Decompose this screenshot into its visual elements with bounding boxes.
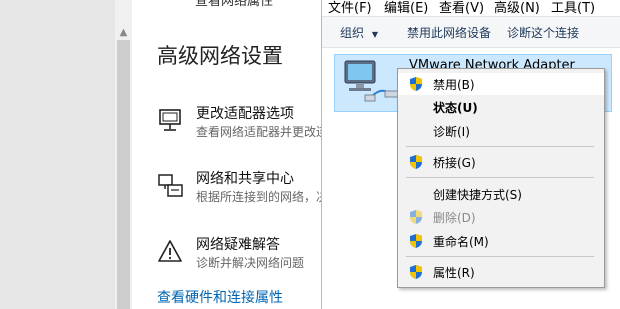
organize-button[interactable]: 组织 ▼ [340, 24, 378, 41]
menu-item-label: 删除(D) [433, 211, 476, 225]
scroll-up-arrow-icon[interactable]: ▲ [115, 26, 132, 40]
uac-shield-icon [410, 77, 422, 91]
menu-item-label: 属性(R) [433, 266, 475, 280]
item-title: 更改适配器选项 [196, 106, 294, 122]
item-title: 网络疑难解答 [196, 237, 280, 253]
uac-shield-icon [410, 210, 422, 224]
network-sharing-center[interactable]: 网络和共享中心 根据所连接到的网络，决定要共享的内容 [157, 168, 322, 212]
menu-item-label: 桥接(G) [433, 156, 476, 170]
monitor-icon [159, 109, 181, 131]
item-description: 诊断并解决网络问题 [196, 256, 305, 270]
item-title: 网络和共享中心 [196, 171, 294, 187]
menu-item-bridge[interactable]: 桥接(G) [398, 151, 604, 173]
truncated-text: 查看网络属性 [195, 0, 274, 9]
network-troubleshooter[interactable]: 网络疑难解答 诊断并解决网络问题 [157, 234, 322, 278]
menu-view[interactable]: 查看(V) [439, 0, 484, 16]
menu-item-label: 重命名(M) [433, 235, 489, 249]
menu-item-disable[interactable]: 禁用(B) [398, 73, 604, 95]
network-share-icon [158, 174, 183, 197]
disable-device-button[interactable]: 禁用此网络设备 [407, 24, 491, 41]
uac-shield-icon [410, 265, 422, 279]
menu-separator [406, 177, 594, 178]
menu-separator [406, 256, 594, 257]
context-menu: 禁用(B) 状态(U) 诊断(I) 桥接(G) 创建快捷方式(S) 删除(D) … [397, 68, 605, 288]
menu-separator [406, 146, 594, 147]
hardware-connection-properties-link[interactable]: 查看硬件和连接属性 [157, 287, 283, 307]
scroll-thumb[interactable] [117, 40, 130, 309]
item-description: 根据所连接到的网络，决定要共享的内容 [196, 190, 322, 204]
uac-shield-icon [410, 155, 422, 169]
menu-item-diagnose[interactable]: 诊断(I) [398, 120, 604, 142]
command-bar: 组织 ▼ 禁用此网络设备 诊断这个连接 [322, 17, 620, 48]
menu-item-label: 创建快捷方式(S) [433, 188, 522, 202]
chevron-down-icon: ▼ [371, 30, 378, 39]
organize-label: 组织 [340, 26, 365, 40]
network-adapter-icon [344, 60, 400, 102]
menu-tools[interactable]: 工具(T) [551, 0, 595, 16]
menu-item-rename[interactable]: 重命名(M) [398, 230, 604, 252]
menu-item-label: 诊断(I) [433, 125, 470, 139]
menu-file[interactable]: 文件(F) [328, 0, 372, 16]
menu-bar: 文件(F) 编辑(E) 查看(V) 高级(N) 工具(T) [322, 0, 620, 17]
menu-advanced[interactable]: 高级(N) [494, 0, 540, 16]
settings-panel: 查看网络属性 高级网络设置 更改适配器选项 查看网络适配器并更改连接设置 网络和… [132, 0, 322, 309]
page-title: 高级网络设置 [157, 44, 283, 68]
menu-item-properties[interactable]: 属性(R) [398, 261, 604, 283]
uac-shield-icon [410, 234, 422, 248]
menu-item-label: 状态(U) [433, 101, 478, 115]
menu-item-create-shortcut[interactable]: 创建快捷方式(S) [398, 183, 604, 205]
change-adapter-options[interactable]: 更改适配器选项 查看网络适配器并更改连接设置 [157, 103, 322, 147]
menu-edit[interactable]: 编辑(E) [384, 0, 428, 16]
menu-item-status[interactable]: 状态(U) [398, 96, 604, 118]
warning-icon [158, 240, 182, 262]
scrollbar[interactable]: ▲ [115, 0, 132, 309]
item-description: 查看网络适配器并更改连接设置 [196, 125, 322, 139]
menu-item-delete[interactable]: 删除(D) [398, 206, 604, 228]
diagnose-connection-button[interactable]: 诊断这个连接 [507, 24, 579, 41]
background-strip [0, 0, 115, 309]
menu-item-label: 禁用(B) [433, 78, 475, 92]
